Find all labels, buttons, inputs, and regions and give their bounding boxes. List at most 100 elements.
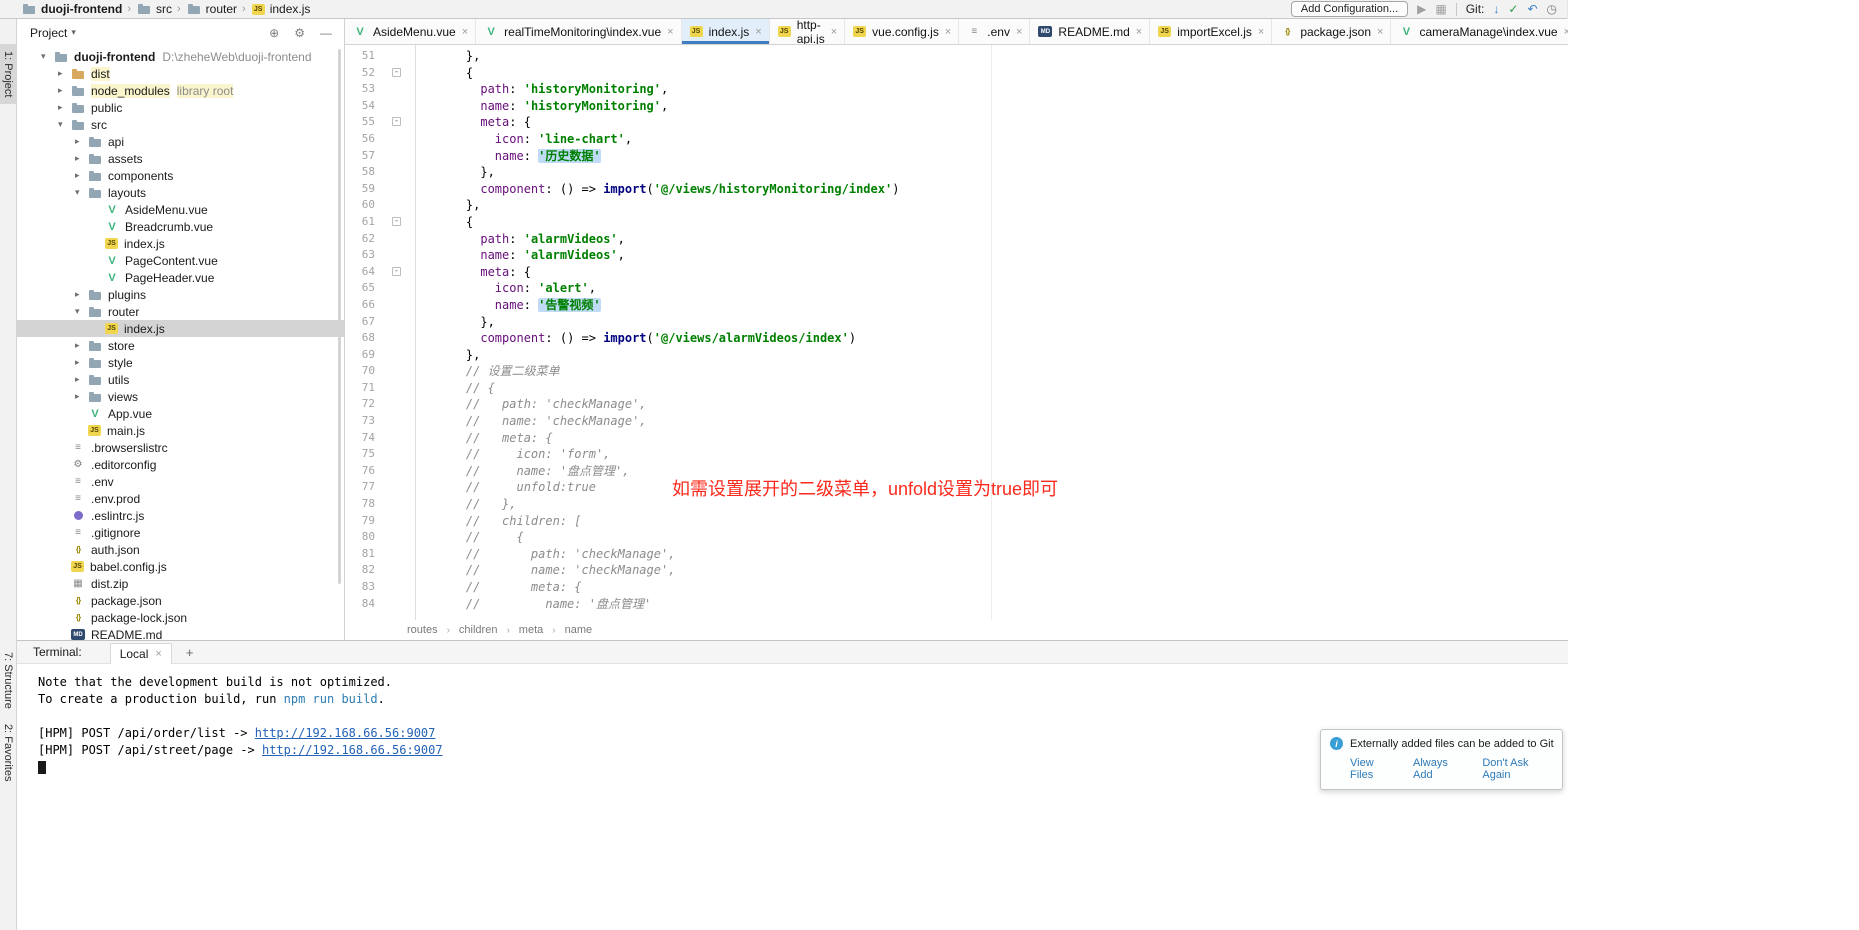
close-icon[interactable]: × (755, 26, 761, 38)
tool-stripe-structure[interactable]: 7: Structure (0, 645, 16, 716)
fold-icon[interactable]: - (392, 117, 401, 126)
tree-item-node-modules[interactable]: ▸node_moduleslibrary root (17, 82, 344, 99)
tree-item-babel.config.js[interactable]: JSbabel.config.js (17, 558, 344, 575)
close-icon[interactable]: × (1377, 26, 1383, 38)
tree-item-pageheader.vue[interactable]: VPageHeader.vue (17, 269, 344, 286)
close-icon[interactable]: × (1564, 26, 1568, 38)
add-configuration-button[interactable]: Add Configuration... (1291, 1, 1408, 17)
git-history-icon[interactable]: ◷ (1547, 3, 1557, 15)
chevron-right-icon[interactable]: ▸ (75, 391, 87, 402)
chevron-down-icon[interactable]: ▾ (75, 187, 87, 198)
tree-item-index.js[interactable]: JSindex.js (17, 320, 344, 337)
tree-item-.browserslistrc[interactable]: ≡.browserslistrc (17, 439, 344, 456)
tree-item-api[interactable]: ▸api (17, 133, 344, 150)
notification-action-always-add[interactable]: Always Add (1413, 757, 1465, 781)
tree-item-style[interactable]: ▸style (17, 354, 344, 371)
tree-item-package-lock.json[interactable]: {}package-lock.json (17, 609, 344, 626)
profiler-icon[interactable]: ▦ (1435, 3, 1446, 15)
code-editor[interactable]: 51 },52- {53 path: 'historyMonitoring',5… (345, 45, 1568, 620)
tab-package.json[interactable]: {}package.json× (1272, 19, 1391, 44)
breadcrumb-item-index.js[interactable]: JSindex.js (251, 2, 311, 16)
chevron-right-icon[interactable]: ▸ (58, 68, 70, 79)
git-commit-icon[interactable]: ✓ (1508, 3, 1518, 15)
breadcrumb-item-router[interactable]: router (186, 2, 237, 16)
chevron-right-icon[interactable]: ▸ (58, 85, 70, 96)
tree-item-app.vue[interactable]: VApp.vue (17, 405, 344, 422)
close-icon[interactable]: × (831, 26, 837, 38)
tree-item-src[interactable]: ▾src (17, 116, 344, 133)
tab-http-api.js[interactable]: JShttp-api.js× (770, 19, 845, 44)
tool-stripe-favorites[interactable]: 2: Favorites (0, 717, 16, 788)
tree-item-layouts[interactable]: ▾layouts (17, 184, 344, 201)
fold-icon[interactable]: - (392, 267, 401, 276)
tab-asidemenu.vue[interactable]: VAsideMenu.vue× (345, 19, 476, 44)
tree-item-components[interactable]: ▸components (17, 167, 344, 184)
hide-panel-icon[interactable]: — (320, 27, 332, 39)
chevron-right-icon[interactable]: ▸ (75, 136, 87, 147)
tree-item-main.js[interactable]: JSmain.js (17, 422, 344, 439)
chevron-right-icon[interactable]: ▸ (75, 357, 87, 368)
chevron-right-icon[interactable]: ▸ (75, 340, 87, 351)
terminal-link[interactable]: http://192.168.66.56:9007 (255, 726, 436, 740)
chevron-right-icon[interactable]: ▸ (75, 170, 87, 181)
tab-cameramanage-index.vue[interactable]: VcameraManage\index.vue× (1391, 19, 1568, 44)
tree-item-.eslintrc.js[interactable]: .eslintrc.js (17, 507, 344, 524)
close-icon[interactable]: × (945, 26, 951, 38)
git-update-icon[interactable]: ↓ (1493, 3, 1499, 15)
tree-item-pagecontent.vue[interactable]: VPageContent.vue (17, 252, 344, 269)
tree-item-asidemenu.vue[interactable]: VAsideMenu.vue (17, 201, 344, 218)
breadcrumb-item-src[interactable]: src (136, 2, 172, 16)
code-breadcrumb-routes[interactable]: routes (407, 624, 438, 636)
chevron-right-icon[interactable]: ▸ (75, 153, 87, 164)
tree-item-plugins[interactable]: ▸plugins (17, 286, 344, 303)
tree-item-duoji-frontend[interactable]: ▾duoji-frontendD:\zheheWeb\duoji-fronten… (17, 48, 344, 65)
close-icon[interactable]: × (155, 648, 161, 660)
tree-item-.gitignore[interactable]: ≡.gitignore (17, 524, 344, 541)
tree-item-utils[interactable]: ▸utils (17, 371, 344, 388)
tree-item-readme.md[interactable]: MDREADME.md (17, 626, 344, 640)
close-icon[interactable]: × (1016, 26, 1022, 38)
close-icon[interactable]: × (1136, 26, 1142, 38)
chevron-down-icon[interactable]: ▾ (41, 51, 53, 62)
tab-readme.md[interactable]: MDREADME.md× (1030, 19, 1150, 44)
tab-.env[interactable]: ≡.env× (959, 19, 1030, 44)
tree-item-dist.zip[interactable]: ▦dist.zip (17, 575, 344, 592)
tree-item-public[interactable]: ▸public (17, 99, 344, 116)
tree-item-.editorconfig[interactable]: ⚙.editorconfig (17, 456, 344, 473)
tree-item-.env.prod[interactable]: ≡.env.prod (17, 490, 344, 507)
tree-item-dist[interactable]: ▸dist (17, 65, 344, 82)
code-breadcrumb-children[interactable]: children (459, 624, 498, 636)
tree-item-assets[interactable]: ▸assets (17, 150, 344, 167)
fold-icon[interactable]: - (392, 217, 401, 226)
chevron-down-icon[interactable]: ▾ (58, 119, 70, 130)
notification-action-don-t-ask-again[interactable]: Don't Ask Again (1482, 757, 1553, 781)
locate-file-icon[interactable]: ⊕ (269, 27, 279, 39)
tab-realtimemonitoring-index.vue[interactable]: VrealTimeMonitoring\index.vue× (476, 19, 681, 44)
tab-importexcel.js[interactable]: JSimportExcel.js× (1150, 19, 1272, 44)
close-icon[interactable]: × (1258, 26, 1264, 38)
close-icon[interactable]: × (667, 26, 673, 38)
project-tree-scrollbar[interactable] (338, 49, 341, 584)
tab-index.js[interactable]: JSindex.js× (682, 19, 770, 44)
tree-item-auth.json[interactable]: {}auth.json (17, 541, 344, 558)
terminal-tab-local[interactable]: Local × (110, 643, 172, 664)
chevron-right-icon[interactable]: ▸ (58, 102, 70, 113)
tree-item-package.json[interactable]: {}package.json (17, 592, 344, 609)
chevron-right-icon[interactable]: ▸ (75, 374, 87, 385)
tree-item-router[interactable]: ▾router (17, 303, 344, 320)
run-icon[interactable]: ▶ (1417, 3, 1426, 15)
tool-stripe-project[interactable]: 1: Project (0, 44, 16, 104)
chevron-right-icon[interactable]: ▸ (75, 289, 87, 300)
breadcrumb-item-duoji-frontend[interactable]: duoji-frontend (21, 2, 122, 16)
gear-icon[interactable]: ⚙ (294, 27, 305, 39)
code-breadcrumb-meta[interactable]: meta (519, 624, 543, 636)
project-view-selector[interactable]: Project ▾ (30, 26, 76, 40)
terminal-link[interactable]: http://192.168.66.56:9007 (262, 743, 443, 757)
close-icon[interactable]: × (462, 26, 468, 38)
tree-item-store[interactable]: ▸store (17, 337, 344, 354)
notification-action-view-files[interactable]: View Files (1350, 757, 1396, 781)
tree-item-.env[interactable]: ≡.env (17, 473, 344, 490)
tree-item-breadcrumb.vue[interactable]: VBreadcrumb.vue (17, 218, 344, 235)
new-terminal-icon[interactable]: + (186, 645, 194, 660)
chevron-down-icon[interactable]: ▾ (75, 306, 87, 317)
